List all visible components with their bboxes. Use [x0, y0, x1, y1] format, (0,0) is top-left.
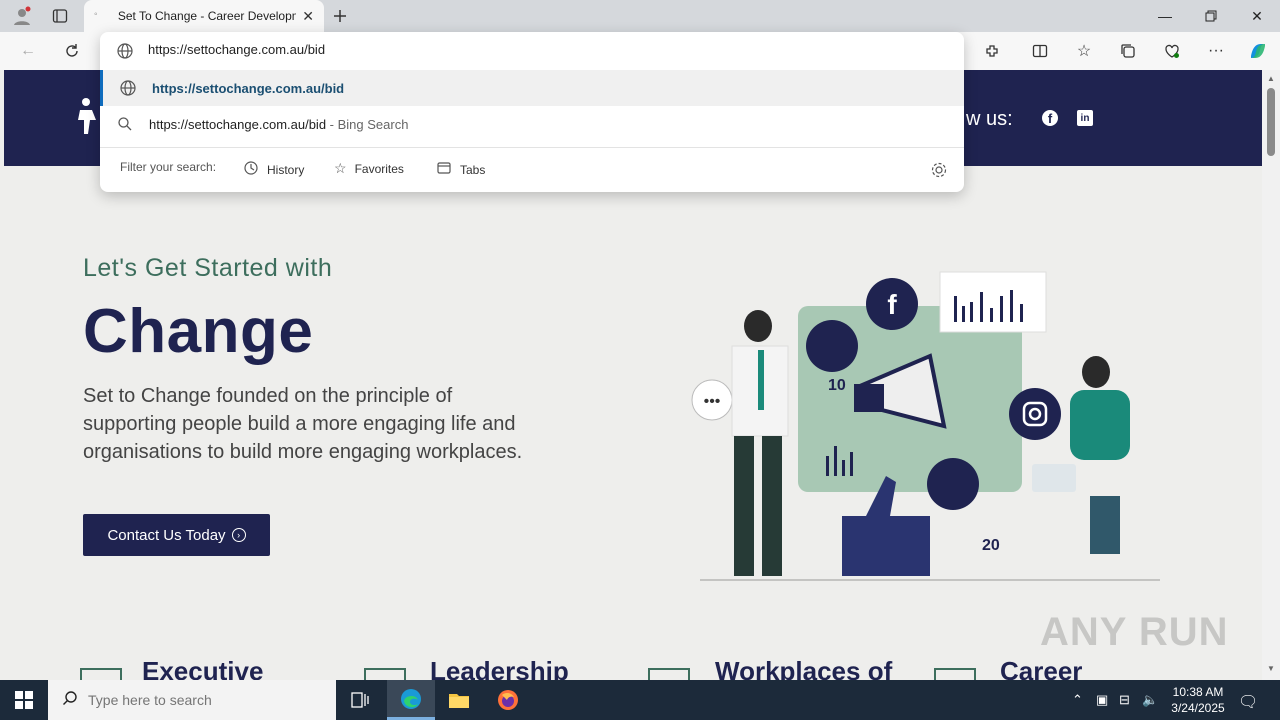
- filter-row: Filter your search: History ☆ Favorites T…: [100, 149, 964, 189]
- suggestion-search[interactable]: https://settochange.com.au/bid - Bing Se…: [100, 106, 964, 142]
- system-clock[interactable]: 10:38 AM 3/24/2025: [1166, 684, 1230, 716]
- growth-10-label: 10: [828, 377, 846, 394]
- start-button[interactable]: [0, 680, 48, 720]
- hero-description: Set to Change founded on the principle o…: [83, 385, 523, 463]
- tab-actions-icon[interactable]: [48, 4, 72, 28]
- feature-workplaces: Workplaces of: [715, 656, 893, 680]
- globe-icon: [116, 42, 134, 60]
- suggestion-url[interactable]: https://settochange.com.au/bid: [100, 70, 964, 106]
- svg-text:f: f: [887, 289, 897, 320]
- filter-favorites[interactable]: ☆ Favorites: [334, 160, 404, 177]
- scroll-thumb[interactable]: [1267, 88, 1275, 156]
- minimize-icon[interactable]: —: [1142, 0, 1188, 32]
- file-explorer-icon[interactable]: [435, 680, 483, 720]
- tab-title: Set To Change - Career Developm: [117, 9, 297, 23]
- hero-title: Change: [83, 297, 314, 366]
- feature-icon: [80, 668, 122, 680]
- filter-history[interactable]: History: [243, 160, 304, 179]
- suggestion-suffix: - Bing Search: [326, 116, 409, 132]
- suggestion-text: https://settochange.com.au/bid: [152, 80, 345, 96]
- feature-executive: Executive: [142, 656, 264, 680]
- growth-20-label: 20: [982, 537, 1000, 554]
- feature-leadership: Leadership: [430, 656, 569, 680]
- more-options-icon[interactable]: ···: [1204, 39, 1228, 63]
- filter-tabs-label: Tabs: [460, 162, 486, 177]
- svg-text:•••: •••: [704, 393, 721, 410]
- notifications-icon[interactable]: 🗨: [1238, 692, 1258, 712]
- hero-subtitle: Let's Get Started with: [83, 254, 333, 282]
- suggestion-text: https://settochange.com.au/bid: [149, 116, 327, 132]
- tabs-icon: [436, 160, 452, 179]
- task-view-icon[interactable]: [336, 680, 384, 720]
- clock-time: 10:38 AM: [1172, 685, 1224, 699]
- refresh-icon[interactable]: [60, 39, 84, 63]
- volume-icon[interactable]: 🔈: [1142, 692, 1158, 708]
- feature-icon: [648, 668, 690, 680]
- profile-icon[interactable]: [10, 4, 34, 28]
- restore-icon[interactable]: [1188, 0, 1234, 32]
- new-tab-icon[interactable]: [328, 4, 352, 28]
- meet-now-icon[interactable]: ▣: [1096, 692, 1108, 708]
- site-favicon-icon: ◦: [94, 9, 98, 20]
- taskbar: ⌃ ▣ ⊟ 🔈 10:38 AM 3/24/2025 🗨: [0, 680, 1280, 720]
- tab-bar: ◦ Set To Change - Career Developm ✕ — ✕: [0, 0, 1280, 32]
- star-icon: ☆: [334, 160, 347, 176]
- search-icon: [116, 115, 134, 133]
- network-icon[interactable]: ⊟: [1119, 692, 1130, 708]
- divider: [100, 147, 964, 148]
- feature-icon: [934, 668, 976, 680]
- address-bar: [100, 32, 964, 70]
- close-tab-icon[interactable]: ✕: [302, 8, 314, 25]
- contact-us-label: Contact Us Today: [107, 526, 226, 544]
- copilot-icon[interactable]: [1246, 39, 1270, 63]
- scroll-down-icon[interactable]: ▼: [1265, 664, 1277, 676]
- windows-icon: [15, 691, 33, 709]
- feature-career: Career: [1000, 656, 1083, 680]
- taskbar-search-input[interactable]: [88, 692, 308, 708]
- close-window-icon[interactable]: ✕: [1234, 0, 1280, 32]
- arrow-right-icon: ›: [231, 528, 246, 542]
- clock-date: 3/24/2025: [1171, 701, 1225, 715]
- page-scrollbar[interactable]: ▲ ▼: [1262, 70, 1280, 680]
- address-bar-dropdown: https://settochange.com.au/bid https://s…: [100, 32, 964, 192]
- facebook-icon[interactable]: f: [1042, 110, 1058, 126]
- back-icon[interactable]: ←: [16, 39, 40, 63]
- extensions-icon[interactable]: [980, 39, 1004, 63]
- follow-us-label: w us:: [966, 108, 1013, 130]
- feature-icon: [364, 668, 406, 680]
- chevron-up-icon[interactable]: ⌃: [1072, 692, 1083, 708]
- history-icon: [243, 160, 259, 179]
- edge-taskbar-icon[interactable]: [387, 680, 435, 720]
- browser-essentials-icon[interactable]: [1160, 39, 1184, 63]
- linkedin-icon[interactable]: in: [1077, 110, 1093, 126]
- scroll-up-icon[interactable]: ▲: [1265, 74, 1277, 86]
- filter-history-label: History: [267, 162, 305, 177]
- split-screen-icon[interactable]: [1028, 39, 1052, 63]
- collections-icon[interactable]: [1116, 39, 1140, 63]
- favorites-icon[interactable]: ☆: [1072, 39, 1096, 63]
- search-icon: [62, 690, 78, 710]
- tab-active[interactable]: ◦ Set To Change - Career Developm ✕: [84, 0, 324, 32]
- contact-us-button[interactable]: Contact Us Today ›: [83, 514, 270, 556]
- hero-illustration: f 10 20 •••: [670, 266, 1170, 606]
- filter-tabs[interactable]: Tabs: [436, 160, 485, 179]
- settings-gear-icon[interactable]: [930, 161, 948, 179]
- address-input[interactable]: [148, 42, 928, 57]
- anyrun-watermark: ANY RUN: [1040, 610, 1229, 654]
- filter-favorites-label: Favorites: [354, 161, 404, 176]
- globe-icon: [119, 79, 137, 97]
- firefox-icon[interactable]: [484, 680, 532, 720]
- filter-label: Filter your search:: [120, 160, 217, 174]
- taskbar-search[interactable]: [48, 680, 336, 720]
